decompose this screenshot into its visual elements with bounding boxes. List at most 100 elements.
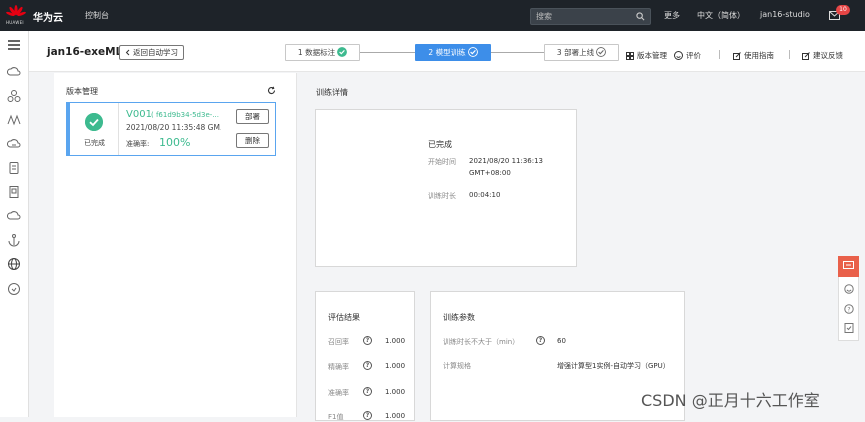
params-title: 训练参数 [443,313,475,322]
file-icon[interactable] [7,185,21,199]
tool-label: 建议反馈 [813,51,843,60]
help-circle-icon[interactable]: ? [844,304,854,314]
accuracy-value: 1.000 [385,388,406,396]
user-guide-button[interactable]: 使用指南 [733,50,774,61]
deploy-button[interactable]: 部署 [236,109,269,124]
step-label: 3 部署上线 [556,48,595,57]
menu-icon[interactable] [7,38,21,52]
success-check-icon [85,113,103,131]
divider [789,50,790,59]
version-panel: 版本管理 已完成 V001 ( f61d9b34-5d3e-... 2021/0… [54,73,297,417]
logo-text: HUAWEI [6,20,24,25]
language-menu[interactable]: 中文（简体） [697,10,745,21]
step-label: 1 数据标注 [297,48,336,57]
start-time-timezone: GMT+08:00 [469,169,511,177]
search-box[interactable] [530,8,651,25]
cloud-icon[interactable] [7,65,21,79]
search-input[interactable] [531,9,631,24]
step-model-training[interactable]: 2 模型训练 [415,44,491,61]
version-id: ( f61d9b34-5d3e-... [151,111,219,119]
back-button[interactable]: 返回自动学习 [119,45,184,60]
watermark: CSDN @正月十六工作室 [641,391,820,410]
precision-label: 精确率 [328,363,349,371]
pending-circle-icon [596,47,607,57]
check-circle-icon [337,47,348,57]
tool-label: 使用指南 [744,51,774,60]
step-connector [360,52,415,53]
mail-count-badge: 10 [836,5,850,15]
version-created-time: 2021/08/20 11:35:48 GM... [126,123,221,132]
delete-button[interactable]: 删除 [236,133,269,148]
globe-icon[interactable] [7,257,21,271]
network-icon[interactable] [7,89,21,103]
svg-text:?: ? [847,306,850,313]
step-connector [491,52,544,53]
duration-label: 训练时长 [428,192,456,200]
document-icon[interactable] [7,161,21,175]
top-navigation-bar: HUAWEI 华为云 控制台 更多 中文（简体） jan16-studio 10 [0,0,865,31]
accuracy-value: 100% [159,136,191,149]
feedback-edit-icon [802,51,810,60]
help-icon[interactable]: ? [363,361,372,370]
max-duration-label: 训练时长不大于（min） [443,338,520,346]
user-menu[interactable]: jan16-studio [760,10,810,19]
version-panel-title: 版本管理 [66,87,98,96]
precision-value: 1.000 [385,362,406,370]
check-circle-icon [467,47,478,57]
accuracy-label: 准确率: [126,140,150,148]
compute-spec-value: 增强计算型1实例-自动学习（GPU） [557,362,670,370]
recall-value: 1.000 [385,337,406,345]
map-icon[interactable] [7,113,21,127]
duration-value: 00:04:10 [469,191,501,199]
step-label: 2 模型训练 [428,48,466,57]
page-title: jan16-exeML [47,46,123,58]
help-icon[interactable]: ? [363,387,372,396]
smiley-icon [674,51,683,60]
divider [719,50,720,59]
back-button-label: 返回自动学习 [133,48,178,57]
anchor-icon[interactable] [7,233,21,247]
brand-name[interactable]: 华为云 [33,9,63,24]
accuracy-label: 准确率 [328,389,349,397]
f1-label: F1值 [328,413,344,421]
step-data-labeling[interactable]: 1 数据标注 [285,44,360,61]
start-time-label: 开始时间 [428,158,456,166]
consult-button[interactable] [838,256,859,277]
recall-label: 召回率 [328,338,349,346]
version-management-button[interactable]: 版本管理 [626,50,667,61]
console-link[interactable]: 控制台 [85,10,109,21]
evaluation-title: 评估结果 [328,313,360,322]
checklist-icon[interactable] [844,323,854,333]
page-header: jan16-exeML 返回自动学习 1 数据标注 2 模型训练 3 部署上线 … [29,31,865,72]
chat-icon[interactable] [7,282,21,296]
cloud-service-icon[interactable] [7,209,21,223]
version-card-v001[interactable]: 已完成 V001 ( f61d9b34-5d3e-... 2021/08/20 … [66,102,276,156]
training-status: 已完成 [428,140,452,149]
smiley-icon[interactable] [844,284,854,294]
version-status: 已完成 [84,139,105,147]
help-icon[interactable]: ? [536,336,545,345]
feedback-button[interactable]: 建议反馈 [802,50,843,61]
compute-spec-label: 计算规格 [443,362,471,370]
more-menu[interactable]: 更多 [664,10,680,21]
training-details-title: 训练详情 [316,88,348,97]
rate-button[interactable]: 评价 [674,50,701,61]
training-details-box: 已完成 开始时间 2021/08/20 11:36:13 GMT+08:00 训… [315,109,577,267]
help-icon[interactable]: ? [363,411,372,420]
step-deployment[interactable]: 3 部署上线 [544,44,619,61]
search-icon[interactable] [636,12,645,21]
left-sidebar [0,31,29,417]
version-name[interactable]: V001 [126,109,152,120]
f1-value: 1.000 [385,412,406,420]
storage-cloud-icon[interactable] [7,137,21,151]
message-icon [843,261,854,269]
refresh-icon[interactable] [267,86,276,95]
evaluation-results-box: 评估结果 召回率 ? 1.000 精确率 ? 1.000 准确率 ? 1.000… [315,291,415,421]
floating-toolbar: ? [838,256,859,341]
tool-label: 版本管理 [637,51,667,60]
chevron-left-icon [125,49,130,56]
help-icon[interactable]: ? [363,336,372,345]
edit-icon [733,51,741,60]
start-time-value: 2021/08/20 11:36:13 [469,157,544,165]
tool-label: 评价 [686,51,701,60]
